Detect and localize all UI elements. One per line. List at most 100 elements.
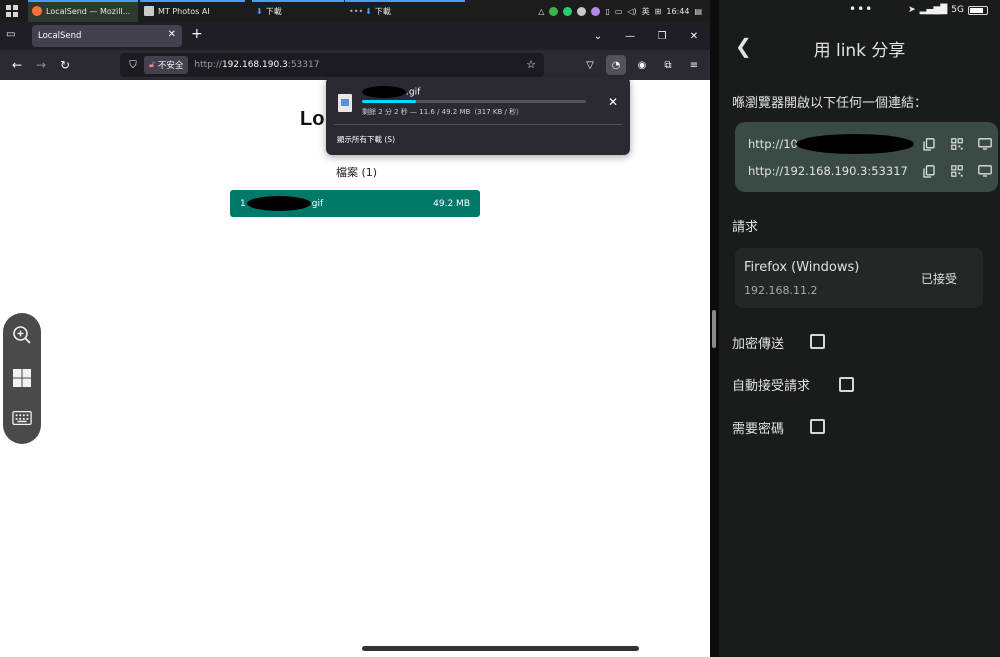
page-content: Lo 檔案 (1) 1 gif 49.2 MB (0, 80, 710, 657)
signal-icon: ▂▄▆█ (919, 5, 948, 15)
request-card[interactable]: Firefox (Windows) 192.168.11.2 已接受 (735, 248, 983, 308)
tab-bar: ▭ LocalSend ✕ + ⌄ — ❐ ✕ (0, 22, 710, 50)
option-require-pin: 需要密碼 (732, 417, 784, 437)
more-dots-icon: ••• (349, 6, 364, 16)
clock[interactable]: 16:44 (666, 7, 689, 16)
download-progress-fill (362, 100, 416, 103)
url-bar[interactable]: ⛉ 🔓︎ 不安全 http://192.168.190.3:53317 ☆ (120, 53, 544, 77)
forward-arrow-icon[interactable]: → (32, 56, 50, 74)
taskbar-item-downloads-2[interactable]: ••• ⬇ 下載 (345, 0, 465, 22)
request-ip: 192.168.11.2 (744, 284, 818, 297)
windows-icon[interactable] (12, 368, 32, 388)
bookmark-star-icon[interactable]: ☆ (526, 58, 536, 71)
notifications-icon[interactable]: ▤ (694, 7, 702, 16)
page-title: Lo (300, 108, 325, 130)
share-link[interactable]: http://10 (748, 133, 914, 155)
redaction-mark (246, 196, 311, 211)
files-heading: 檔案 (1) (336, 166, 378, 179)
copy-icon[interactable] (922, 164, 936, 178)
close-window-icon[interactable]: ✕ (678, 22, 710, 50)
ime-mode-icon[interactable]: ⊞ (655, 7, 662, 16)
download-file-name[interactable]: .gif (362, 86, 420, 98)
tab-list-icon[interactable]: ▭ (6, 29, 20, 43)
insecure-lock-icon: 🔓︎ (149, 60, 155, 70)
share-link[interactable]: http://192.168.190.3:53317 (748, 160, 908, 182)
redaction-mark (362, 86, 406, 98)
keyboard-icon[interactable] (12, 408, 32, 428)
download-arrow-icon: ⬇ (365, 6, 372, 16)
taskbar-item-label: MT Photos AI (158, 6, 210, 16)
page-title: 用 link 分享 (813, 41, 906, 61)
request-device: Firefox (Windows) (744, 260, 860, 275)
file-download-link[interactable]: 1 gif 49.2 MB (230, 190, 480, 217)
open-in-browser-icon[interactable] (978, 164, 992, 178)
menu-icon[interactable]: ≡ (684, 55, 704, 75)
display-icon[interactable]: ▭ (615, 7, 623, 16)
taskbar-item-localsend-firefox[interactable]: LocalSend — Mozill... (28, 0, 138, 22)
url-text[interactable]: http://192.168.190.3:53317 (194, 60, 319, 70)
extensions-icon[interactable]: ⧉ (658, 55, 678, 75)
restore-icon[interactable]: ❐ (646, 22, 678, 50)
usb-icon[interactable]: ▯ (605, 7, 609, 16)
status-bar: ••• ➤ ▂▄▆█ 5G (719, 0, 1000, 22)
zoom-in-icon[interactable] (12, 325, 32, 345)
tracking-shield-icon[interactable]: ⛉ (124, 60, 142, 71)
window-controls: ⌄ — ❐ ✕ (582, 22, 710, 50)
qr-code-icon[interactable] (950, 164, 964, 178)
split-view-handle[interactable] (712, 310, 716, 348)
warning-icon[interactable]: △ (538, 7, 544, 16)
site-security-button[interactable]: 🔓︎ 不安全 (144, 56, 189, 74)
download-arrow-icon: ⬇ (256, 6, 263, 16)
share-links-card: http://10 http://192.168.190.3:53317 (735, 122, 998, 192)
downloads-button-icon[interactable]: ◔ (606, 55, 626, 75)
url-port: :53317 (287, 60, 320, 70)
tray-app-icon[interactable] (591, 6, 601, 16)
encryption-checkbox[interactable] (810, 334, 825, 349)
cancel-download-icon[interactable]: ✕ (608, 95, 618, 109)
request-status: 已接受 (920, 272, 957, 286)
new-tab-icon[interactable]: + (191, 26, 203, 42)
require-pin-checkbox[interactable] (810, 419, 825, 434)
divider (334, 124, 622, 125)
reload-icon[interactable]: ↻ (56, 56, 74, 74)
split-view-divider (710, 0, 719, 657)
localsend-share-screen: ••• ➤ ▂▄▆█ 5G ❮ 用 link 分享 喺瀏覽器開啟以下任何一個連結… (719, 0, 1000, 657)
network-type: 5G (951, 5, 964, 15)
app-icon (144, 6, 154, 16)
minimize-icon[interactable]: — (614, 22, 646, 50)
tab-localsend[interactable]: LocalSend ✕ (32, 25, 182, 47)
battery-icon (968, 5, 988, 15)
taskbar-item-mt-photos[interactable]: MT Photos AI (140, 0, 245, 22)
pocket-icon[interactable]: ▽ (580, 55, 600, 75)
ime-language-indicator[interactable]: 英 (642, 6, 650, 17)
windows-taskbar: LocalSend — Mozill... MT Photos AI ⬇ 下載 … (0, 0, 710, 22)
file-index: 1 (240, 198, 246, 209)
taskbar-item-downloads-1[interactable]: ⬇ 下載 (252, 0, 344, 22)
qr-code-icon[interactable] (950, 137, 964, 151)
windows-start-icon[interactable] (6, 5, 18, 17)
tray-app-icon[interactable] (563, 6, 573, 16)
copy-icon[interactable] (922, 137, 936, 151)
tray-app-icon[interactable] (549, 6, 559, 16)
taskbar-item-label: 下載 (265, 6, 282, 16)
open-in-browser-icon[interactable] (978, 137, 992, 151)
close-tab-icon[interactable]: ✕ (168, 29, 176, 40)
account-icon[interactable]: ◉ (632, 55, 652, 75)
show-all-downloads-button[interactable]: 顯示所有下載 (S) (337, 134, 395, 145)
auto-accept-checkbox[interactable] (839, 377, 854, 392)
tab-overflow-chevron-icon[interactable]: ⌄ (582, 22, 614, 50)
download-progress-bar (362, 100, 586, 103)
option-auto-accept: 自動接受請求 (732, 374, 810, 394)
file-size: 49.2 MB (433, 198, 470, 209)
floating-side-dock (3, 313, 41, 444)
back-arrow-icon[interactable]: ← (8, 56, 26, 74)
multitask-dots-icon[interactable]: ••• (849, 2, 873, 16)
location-icon: ➤ (908, 5, 916, 15)
download-file-suffix: .gif (406, 87, 421, 98)
volume-icon[interactable]: ◁) (627, 7, 636, 16)
home-indicator[interactable] (362, 646, 639, 651)
security-label: 不安全 (157, 61, 184, 71)
system-tray: △ ▯ ▭ ◁) 英 ⊞ 16:44 ▤ (538, 0, 702, 22)
link-actions (922, 164, 992, 178)
tray-app-icon[interactable] (577, 6, 587, 16)
